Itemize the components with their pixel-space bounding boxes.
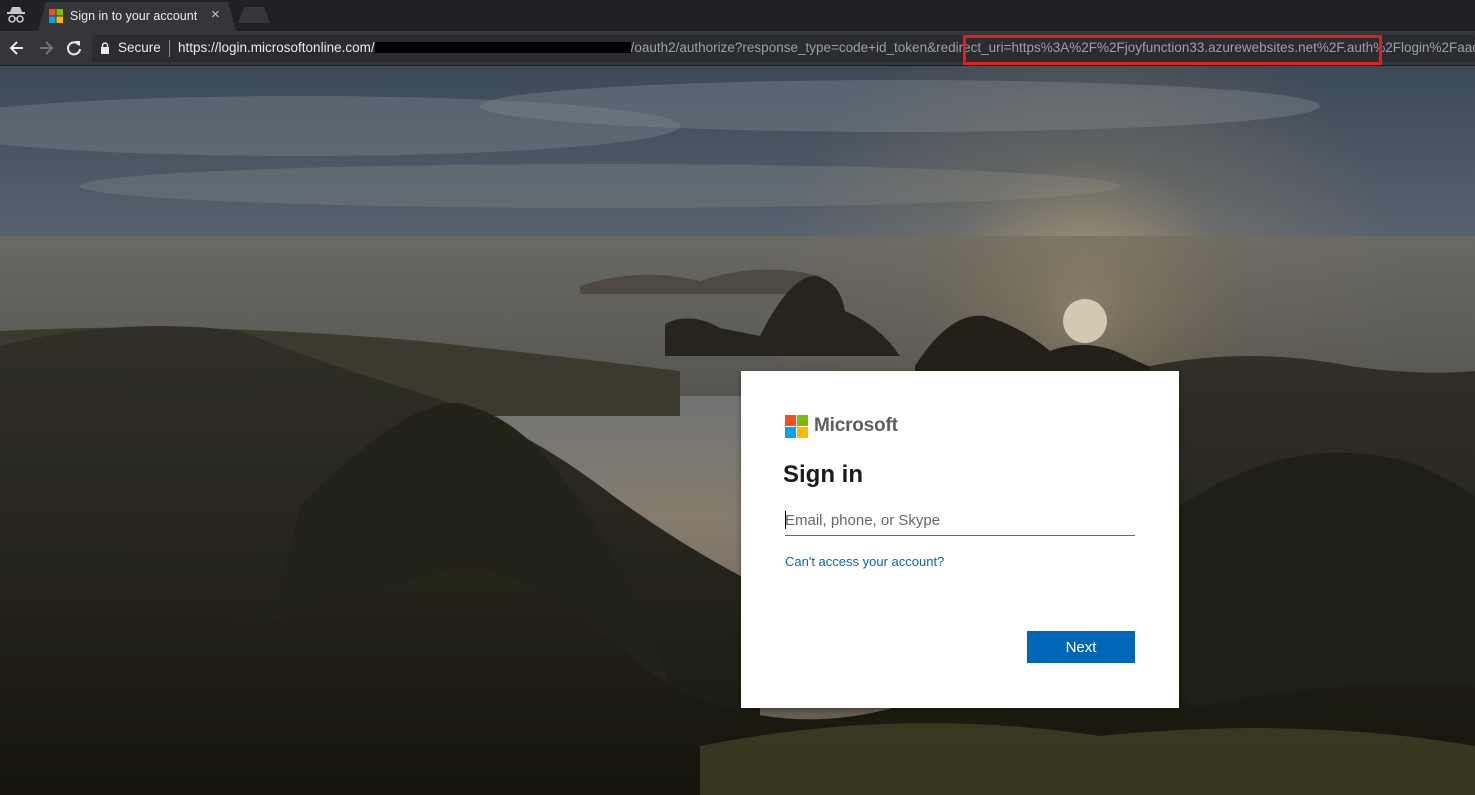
reload-icon[interactable] xyxy=(64,38,84,58)
redirect-uri-highlight xyxy=(963,35,1382,65)
text-caret xyxy=(785,511,786,529)
microsoft-favicon xyxy=(49,9,63,23)
secure-label: Secure xyxy=(118,40,161,55)
next-button[interactable]: Next xyxy=(1027,631,1135,663)
tab-title: Sign in to your account xyxy=(70,9,198,23)
lock-icon xyxy=(101,42,109,54)
tab-strip: Sign in to your account × xyxy=(0,0,1475,31)
background-photo xyxy=(0,66,1475,795)
forward-icon[interactable] xyxy=(36,38,56,58)
microsoft-logo-icon xyxy=(785,415,808,438)
brand-name: Microsoft xyxy=(814,415,898,436)
email-field[interactable] xyxy=(785,506,1135,536)
cant-access-link[interactable]: Can't access your account? xyxy=(785,554,944,569)
tab-close-icon[interactable]: × xyxy=(211,7,220,23)
incognito-icon xyxy=(7,7,25,23)
url-host: https://login.microsoftonline.com/ xyxy=(178,40,375,55)
new-tab-button[interactable] xyxy=(238,7,270,23)
page-title: Sign in xyxy=(783,461,863,488)
address-separator xyxy=(169,40,170,57)
redacted-tenant xyxy=(374,42,631,53)
tab-sign-in[interactable]: Sign in to your account × xyxy=(38,2,236,31)
sign-in-card: Microsoft Sign in Can't access your acco… xyxy=(741,371,1179,708)
back-icon[interactable] xyxy=(7,38,27,58)
